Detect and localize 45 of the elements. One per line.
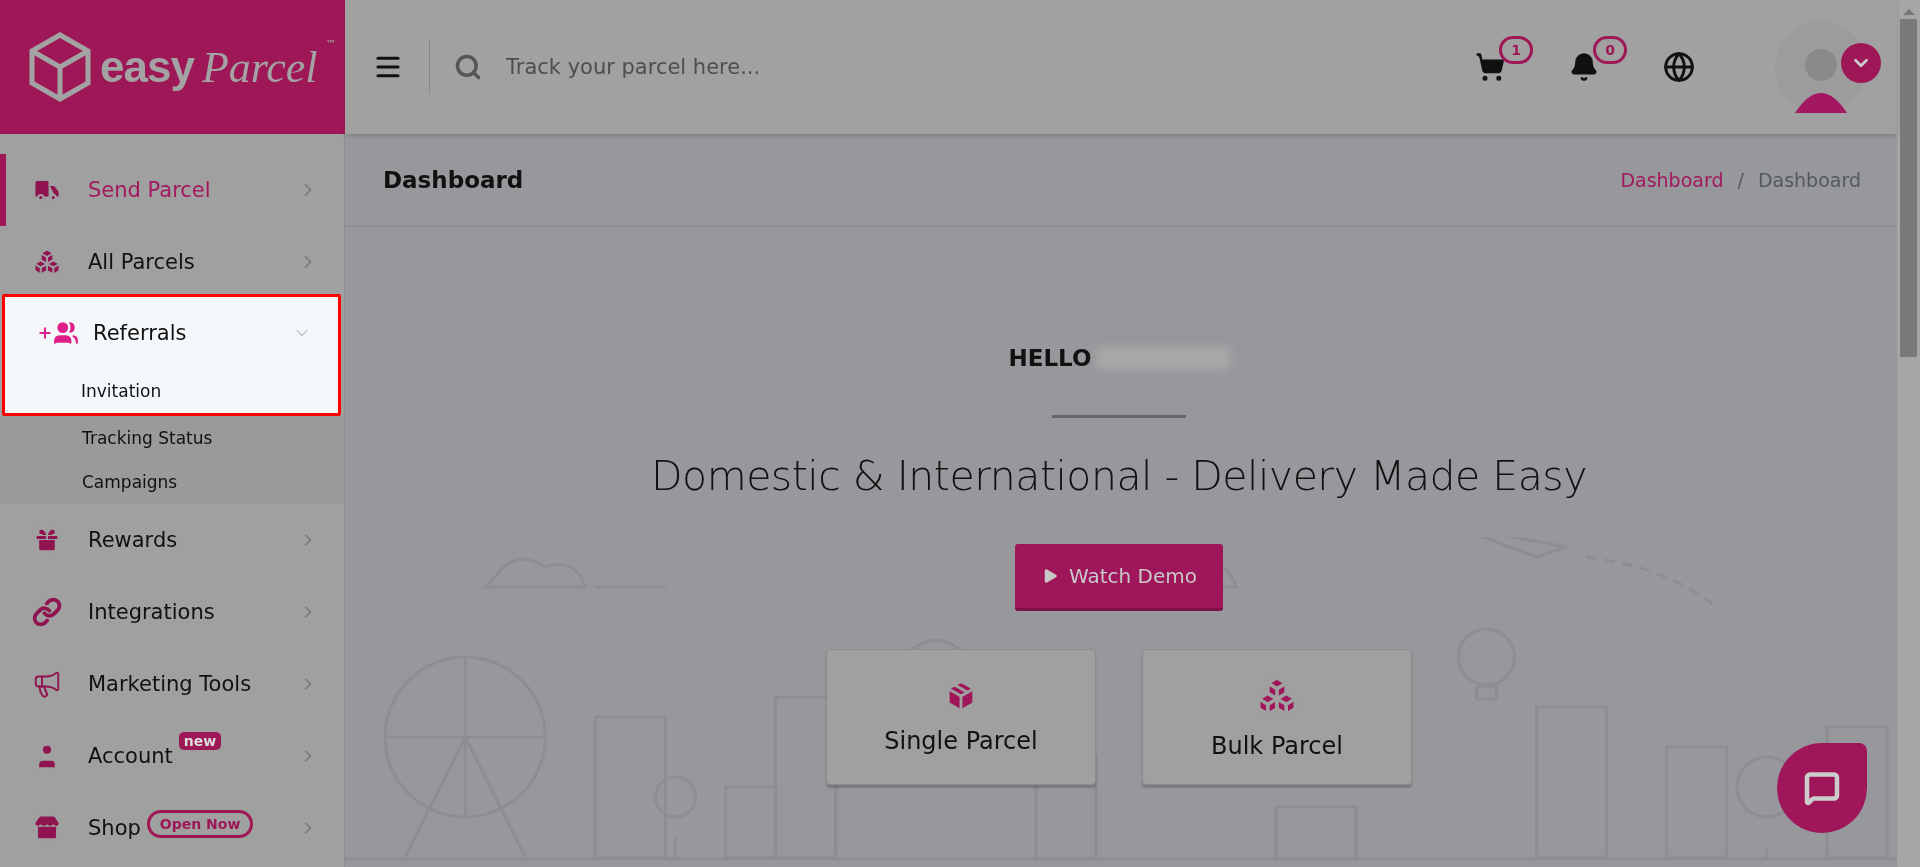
- sidebar-item[interactable]: Integrations: [0, 576, 344, 648]
- breadcrumb-separator: /: [1737, 169, 1744, 191]
- sidebar-item-label: Integrations: [88, 600, 215, 624]
- greeting: HELLO: [1008, 345, 1092, 371]
- cart-count: 1: [1499, 36, 1533, 64]
- cart-button[interactable]: [1475, 52, 1505, 82]
- status-badge: Open Now: [146, 810, 254, 838]
- add-people-icon: [37, 320, 79, 346]
- sidebar-item-label: Account: [88, 744, 173, 768]
- sidebar-item-label: Send Parcel: [88, 178, 211, 202]
- search-icon: [454, 53, 482, 81]
- sidebar-item-label: Shop: [88, 816, 141, 840]
- sidebar-item-label: Marketing Tools: [88, 672, 252, 696]
- sidebar-item-label: All Parcels: [88, 250, 195, 274]
- watch-demo-button[interactable]: Watch Demo: [1015, 544, 1223, 611]
- logo-wordmark: easy: [100, 42, 194, 92]
- new-badge: new: [178, 732, 222, 750]
- trademark-mark: ™: [325, 38, 337, 51]
- parcel-option-card[interactable]: Single Parcel: [826, 649, 1096, 785]
- sidebar-item[interactable]: All Parcels: [0, 226, 344, 298]
- sidebar-item[interactable]: Account new: [0, 720, 344, 792]
- link-icon: [32, 597, 62, 627]
- sidebar-item[interactable]: Rewards: [0, 504, 344, 576]
- cube-logo-icon: [28, 31, 92, 103]
- sidebar-item-label: Rewards: [88, 528, 178, 552]
- chat-button[interactable]: [1777, 743, 1867, 833]
- notifications-button[interactable]: [1569, 52, 1599, 82]
- scrollbar[interactable]: [1897, 0, 1920, 867]
- logo-script: Parcel: [201, 41, 318, 93]
- notification-count: 0: [1593, 36, 1627, 64]
- search-field[interactable]: Track your parcel here...: [504, 54, 1108, 80]
- sidebar-item-label: Referrals: [93, 321, 187, 345]
- megaphone-icon: [32, 669, 62, 699]
- profile-menu-button[interactable]: [1841, 43, 1881, 83]
- chat-icon: [1804, 770, 1840, 806]
- page-title: Dashboard: [383, 167, 524, 193]
- sidebar-item[interactable]: Referrals: [5, 297, 338, 369]
- boxes-icon: [32, 247, 62, 277]
- globe-icon[interactable]: [1663, 51, 1695, 83]
- headline: Domestic & International - Delivery Made Easy: [651, 452, 1587, 500]
- sidebar-item[interactable]: Marketing Tools: [0, 648, 344, 720]
- parcel-option-card[interactable]: Bulk Parcel: [1142, 649, 1412, 785]
- sidebar-item[interactable]: Shop Open Now: [0, 792, 344, 864]
- store-icon: [32, 813, 62, 843]
- breadcrumb-current: Dashboard: [1757, 169, 1861, 191]
